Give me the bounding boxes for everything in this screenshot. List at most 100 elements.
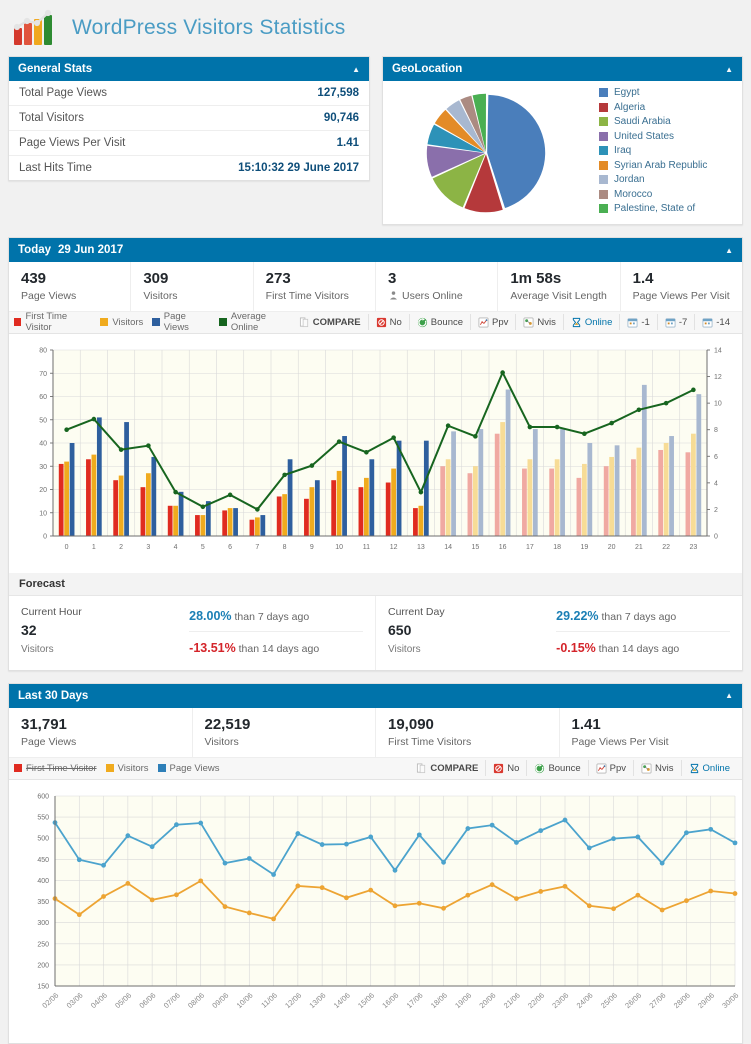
legend-item[interactable]: Iraq [599,145,734,156]
last30-header[interactable]: Last 30 Days ▲ [9,683,742,708]
stat-card-value: 1.41 [571,715,601,733]
caret-up-icon[interactable]: ▲ [725,246,733,255]
legend-item[interactable]: United States [599,131,734,142]
bar [467,472,473,536]
chart-series-toggle[interactable]: Page Views [152,311,210,333]
legend-swatch [599,189,608,199]
bar [669,435,674,536]
forecast-value: 32 [21,621,37,638]
stat-value: 1.41 [336,137,359,149]
bar [549,468,555,536]
toolbar-button-7[interactable]: -7 [656,314,694,331]
legend-swatch [599,131,608,141]
svg-text:9: 9 [310,544,314,551]
series-swatch [14,318,22,327]
chart-series-toggle[interactable]: First Time Visitor [14,311,91,333]
series-swatch [105,764,114,772]
geolocation-panel: GeoLocation ▲ Egypt Algeria Saudi Arabia Un… [382,56,743,225]
svg-text:27/06: 27/06 [648,990,668,1009]
stat-card: 19,090 First Time Visitors [376,707,560,757]
caret-up-icon[interactable]: ▲ [352,65,360,74]
stat-card-label: Page Views [21,289,77,302]
svg-text:250: 250 [37,941,49,948]
bar [205,500,211,536]
toolbar-button-bounce[interactable]: Bounce [526,760,587,776]
today-header[interactable]: Today 29 Jun 2017 ▲ [9,238,742,262]
svg-text:19/06: 19/06 [453,990,473,1009]
series-label: Visitors [117,762,149,774]
bar [287,459,293,536]
bar [58,463,64,536]
legend-item[interactable]: Algeria [599,102,734,113]
calendar-icon [702,318,713,328]
toolbar-button-compare[interactable]: COMPARE [409,760,485,776]
svg-text:4: 4 [174,544,178,551]
stat-card-label: Page Views Per Visit [571,735,669,748]
geolocation-header[interactable]: GeoLocation ▲ [383,57,742,81]
chart-series-toggle[interactable]: Visitors [100,317,143,328]
masthead: WordPress Visitors Statistics [8,0,743,56]
legend-item[interactable]: Egypt [599,87,734,98]
svg-text:10: 10 [335,544,343,551]
stat-card: 273 First Time Visitors [254,262,376,311]
legend-item[interactable]: Jordan [599,174,734,185]
svg-text:26/06: 26/06 [623,990,643,1009]
svg-text:15/06: 15/06 [356,990,376,1009]
toolbar-button-14[interactable]: -14 [694,314,737,331]
stat-card-value: 309 [143,270,169,287]
bar [663,442,669,536]
stat-card-label: First Time Visitors [265,289,349,302]
caret-up-icon[interactable]: ▲ [725,691,733,700]
forecast-comparison: 29.22% than 7 days ago [556,606,730,632]
forecast-title: Forecast [9,572,742,596]
toolbar-button-online[interactable]: Online [562,314,619,331]
bar [336,470,342,536]
toolbar-button-no[interactable]: No [485,760,526,776]
legend-item[interactable]: Syrian Arab Republic [599,160,734,171]
last30-chart-legend: First Time Visitor Visitors Page Views [14,763,220,774]
toolbar-button-nvis[interactable]: Nvis [515,314,562,331]
svg-text:70: 70 [39,371,47,378]
toolbar-button-label: Bounce [430,316,464,328]
chart-series-toggle[interactable]: Visitors [105,762,149,774]
toolbar-button-online[interactable]: Online [680,760,737,776]
forecast-comparison-text: than 7 days ago [598,610,677,623]
svg-text:10: 10 [714,400,722,407]
bar [522,468,527,536]
dashboard-page: WordPress Visitors Statistics General St… [0,0,751,1044]
last30-chart: 150 200 250 300 350 400 450 500 550 600 02/06 03/06… [9,779,742,1043]
forecast-comparison: -13.51% than 14 days ago [189,638,363,658]
legend-item[interactable]: Saudi Arabia [599,116,734,127]
bar [576,477,582,536]
svg-text:6: 6 [714,454,718,461]
toolbar-button-no[interactable]: No [367,314,409,331]
caret-up-icon[interactable]: ▲ [725,65,733,74]
chart-series-toggle[interactable]: Page Views [157,763,220,774]
legend-item[interactable]: Morocco [599,189,734,200]
toolbar-button-ppv[interactable]: Ppv [587,760,633,776]
table-row: Last Hits Time 15:10:32 29 June 2017 [9,156,369,181]
chart-series-toggle[interactable]: First Time Visitor [14,763,97,774]
forecast-label: Current Day [388,605,445,618]
svg-text:600: 600 [37,793,49,800]
legend-swatch [599,204,608,214]
toolbar-button-1[interactable]: -1 [619,314,656,331]
toolbar-button-bounce[interactable]: Bounce [408,314,470,331]
toolbar-button-compare[interactable]: COMPARE [292,314,368,330]
stat-card-value: 22,519 [204,715,251,733]
svg-text:4: 4 [714,480,718,487]
chart-series-toggle[interactable]: Average Online [219,311,291,333]
general-stats-title: General Stats [18,63,93,75]
toolbar-button-ppv[interactable]: Ppv [470,314,515,331]
bar [423,440,429,536]
legend-item[interactable]: Palestine, State of [599,203,734,214]
legend-swatch [599,117,608,127]
today-panel: Today 29 Jun 2017 ▲ 439 Page Views 309 Visi… [8,237,743,671]
stat-card-label: First Time Visitors [388,735,472,748]
stat-card-value: 31,791 [21,715,67,733]
general-stats-header[interactable]: General Stats ▲ [9,57,369,81]
toolbar-button-nvis[interactable]: Nvis [633,760,680,776]
svg-text:10: 10 [39,510,47,517]
svg-text:7: 7 [255,544,259,551]
last30-title: Last 30 Days [18,689,89,702]
